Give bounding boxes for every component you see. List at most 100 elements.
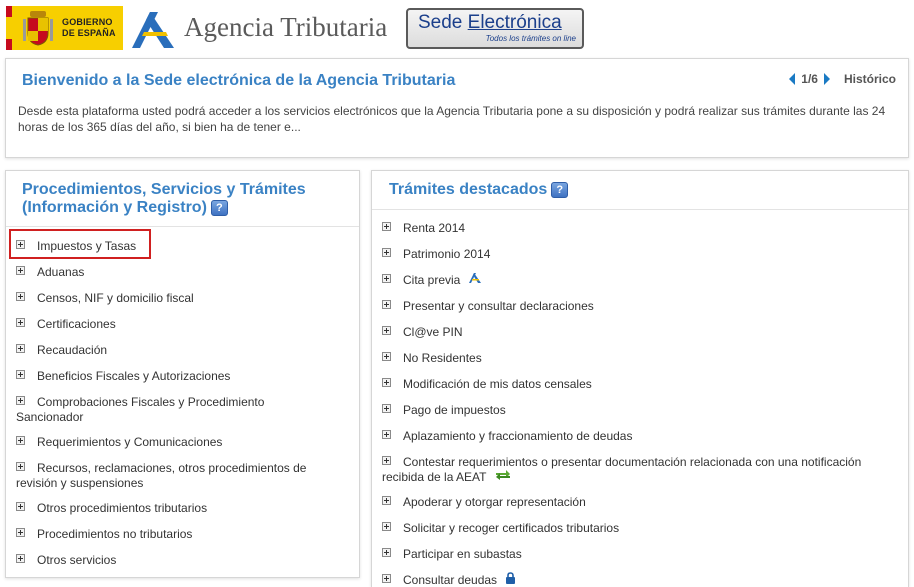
list-item-label[interactable]: Contestar requerimientos o presentar doc… — [382, 455, 861, 484]
list-item[interactable]: Cl@ve PIN — [382, 324, 908, 339]
expand-plus-icon[interactable] — [16, 528, 25, 538]
expand-plus-icon[interactable] — [16, 240, 25, 250]
expand-plus-icon[interactable] — [16, 344, 25, 354]
expand-plus-icon[interactable] — [382, 456, 391, 466]
list-item[interactable]: Recaudación — [16, 342, 359, 357]
list-item[interactable]: Aplazamiento y fraccionamiento de deudas — [382, 428, 908, 443]
list-item-label[interactable]: Certificaciones — [37, 317, 116, 331]
list-item-label[interactable]: Participar en subastas — [403, 547, 522, 561]
expand-plus-icon[interactable] — [382, 574, 391, 584]
list-item-label[interactable]: Renta 2014 — [403, 221, 465, 235]
list-item[interactable]: Otros servicios — [16, 552, 359, 567]
list-item[interactable]: Certificaciones — [16, 316, 359, 331]
list-item-label[interactable]: Solicitar y recoger certificados tributa… — [403, 521, 619, 535]
expand-plus-icon[interactable] — [382, 222, 391, 232]
expand-plus-icon[interactable] — [16, 436, 25, 446]
list-item-label[interactable]: Aduanas — [37, 265, 84, 279]
list-item-label[interactable]: Patrimonio 2014 — [403, 247, 490, 261]
list-item[interactable]: Recursos, reclamaciones, otros procedimi… — [16, 460, 328, 490]
expand-plus-icon[interactable] — [16, 502, 25, 512]
list-item[interactable]: Renta 2014 — [382, 220, 908, 235]
list-item[interactable]: Comprobaciones Fiscales y Procedimiento … — [16, 394, 286, 424]
list-item-label[interactable]: Procedimientos no tributarios — [37, 527, 192, 541]
welcome-body: Desde esta plataforma usted podrá accede… — [18, 104, 886, 134]
expand-plus-icon[interactable] — [382, 522, 391, 532]
list-item-label[interactable]: Otros procedimientos tributarios — [37, 501, 207, 515]
list-item-label[interactable]: No Residentes — [403, 351, 482, 365]
list-item-label[interactable]: Recaudación — [37, 343, 107, 357]
gov-text-line1: GOBIERNO — [62, 17, 113, 27]
list-item[interactable]: Procedimientos no tributarios — [16, 526, 359, 541]
list-item[interactable]: Consultar deudas — [382, 572, 908, 587]
expand-plus-icon[interactable] — [382, 300, 391, 310]
list-item-label[interactable]: Comprobaciones Fiscales y Procedimiento … — [16, 395, 264, 424]
list-item[interactable]: Impuestos y Tasas — [16, 238, 359, 253]
list-item-label[interactable]: Cita previa — [403, 273, 460, 287]
list-item[interactable]: Beneficios Fiscales y Autorizaciones — [16, 368, 359, 383]
expand-plus-icon[interactable] — [16, 554, 25, 564]
expand-plus-icon[interactable] — [382, 496, 391, 506]
lock-icon — [505, 572, 516, 587]
next-arrow-icon[interactable] — [823, 73, 830, 85]
aeat-logo-icon[interactable] — [128, 8, 178, 50]
list-item[interactable]: Patrimonio 2014 — [382, 246, 908, 261]
expand-plus-icon[interactable] — [382, 430, 391, 440]
list-item-label[interactable]: Modificación de mis datos censales — [403, 377, 592, 391]
expand-plus-icon[interactable] — [382, 378, 391, 388]
expand-plus-icon[interactable] — [16, 266, 25, 276]
list-item[interactable]: Censos, NIF y domicilio fiscal — [16, 290, 359, 305]
expand-plus-icon[interactable] — [382, 248, 391, 258]
list-item[interactable]: Modificación de mis datos censales — [382, 376, 908, 391]
history-link[interactable]: Histórico — [844, 72, 896, 86]
list-item-label[interactable]: Cl@ve PIN — [403, 325, 463, 339]
list-item[interactable]: Participar en subastas — [382, 546, 908, 561]
sede-title: Sede Electrónica — [418, 12, 562, 34]
list-item-label[interactable]: Pago de impuestos — [403, 403, 506, 417]
list-item[interactable]: No Residentes — [382, 350, 908, 365]
divider — [372, 209, 908, 210]
list-item-label[interactable]: Apoderar y otorgar representación — [403, 495, 586, 509]
list-item[interactable]: Aduanas — [16, 264, 359, 279]
agency-name[interactable]: Agencia Tributaria — [184, 12, 387, 43]
expand-plus-icon[interactable] — [16, 292, 25, 302]
expand-plus-icon[interactable] — [16, 396, 25, 406]
list-item-label[interactable]: Impuestos y Tasas — [37, 239, 136, 253]
featured-title-text: Trámites destacados — [389, 181, 548, 198]
expand-plus-icon[interactable] — [382, 548, 391, 558]
welcome-title: Bienvenido a la Sede electrónica de la A… — [22, 72, 456, 89]
list-item[interactable]: Solicitar y recoger certificados tributa… — [382, 520, 908, 535]
expand-plus-icon[interactable] — [16, 318, 25, 328]
list-item-label[interactable]: Otros servicios — [37, 553, 116, 567]
sede-electronica-logo[interactable]: Sede Electrónica Todos los trámites on l… — [406, 8, 584, 49]
list-item[interactable]: Apoderar y otorgar representación — [382, 494, 908, 509]
list-item-label[interactable]: Consultar deudas — [403, 573, 497, 587]
list-item-label[interactable]: Recursos, reclamaciones, otros procedimi… — [16, 461, 306, 490]
expand-plus-icon[interactable] — [382, 352, 391, 362]
list-item[interactable]: Presentar y consultar declaraciones — [382, 298, 908, 313]
expand-plus-icon[interactable] — [16, 370, 25, 380]
help-icon[interactable]: ? — [210, 199, 228, 216]
featured-panel: Trámites destacados? Renta 2014 Patrimon… — [371, 170, 909, 587]
procedures-title: Procedimientos, Servicios y Trámites (In… — [22, 181, 342, 217]
prev-arrow-icon[interactable] — [789, 73, 796, 85]
list-item[interactable]: Requerimientos y Comunicaciones — [16, 434, 359, 449]
expand-plus-icon[interactable] — [16, 462, 25, 472]
site-header: GOBIERNO DE ESPAÑA Agencia Tributaria Se… — [0, 0, 914, 56]
expand-plus-icon[interactable] — [382, 404, 391, 414]
spain-flag-bar — [6, 6, 12, 50]
list-item-label[interactable]: Requerimientos y Comunicaciones — [37, 435, 222, 449]
expand-plus-icon[interactable] — [382, 274, 391, 284]
list-item-label[interactable]: Presentar y consultar declaraciones — [403, 299, 594, 313]
list-item[interactable]: Otros procedimientos tributarios — [16, 500, 359, 515]
help-icon[interactable]: ? — [551, 181, 569, 198]
list-item[interactable]: Cita previa — [382, 272, 908, 287]
gov-text: GOBIERNO DE ESPAÑA — [62, 17, 116, 39]
list-item[interactable]: Contestar requerimientos o presentar doc… — [382, 454, 882, 484]
list-item-label[interactable]: Beneficios Fiscales y Autorizaciones — [37, 369, 230, 383]
list-item-label[interactable]: Censos, NIF y domicilio fiscal — [37, 291, 194, 305]
expand-plus-icon[interactable] — [382, 326, 391, 336]
list-item[interactable]: Pago de impuestos — [382, 402, 908, 417]
gov-text-line2: DE ESPAÑA — [62, 28, 116, 38]
gobierno-espana-logo[interactable]: GOBIERNO DE ESPAÑA — [6, 6, 123, 50]
list-item-label[interactable]: Aplazamiento y fraccionamiento de deudas — [403, 429, 632, 443]
